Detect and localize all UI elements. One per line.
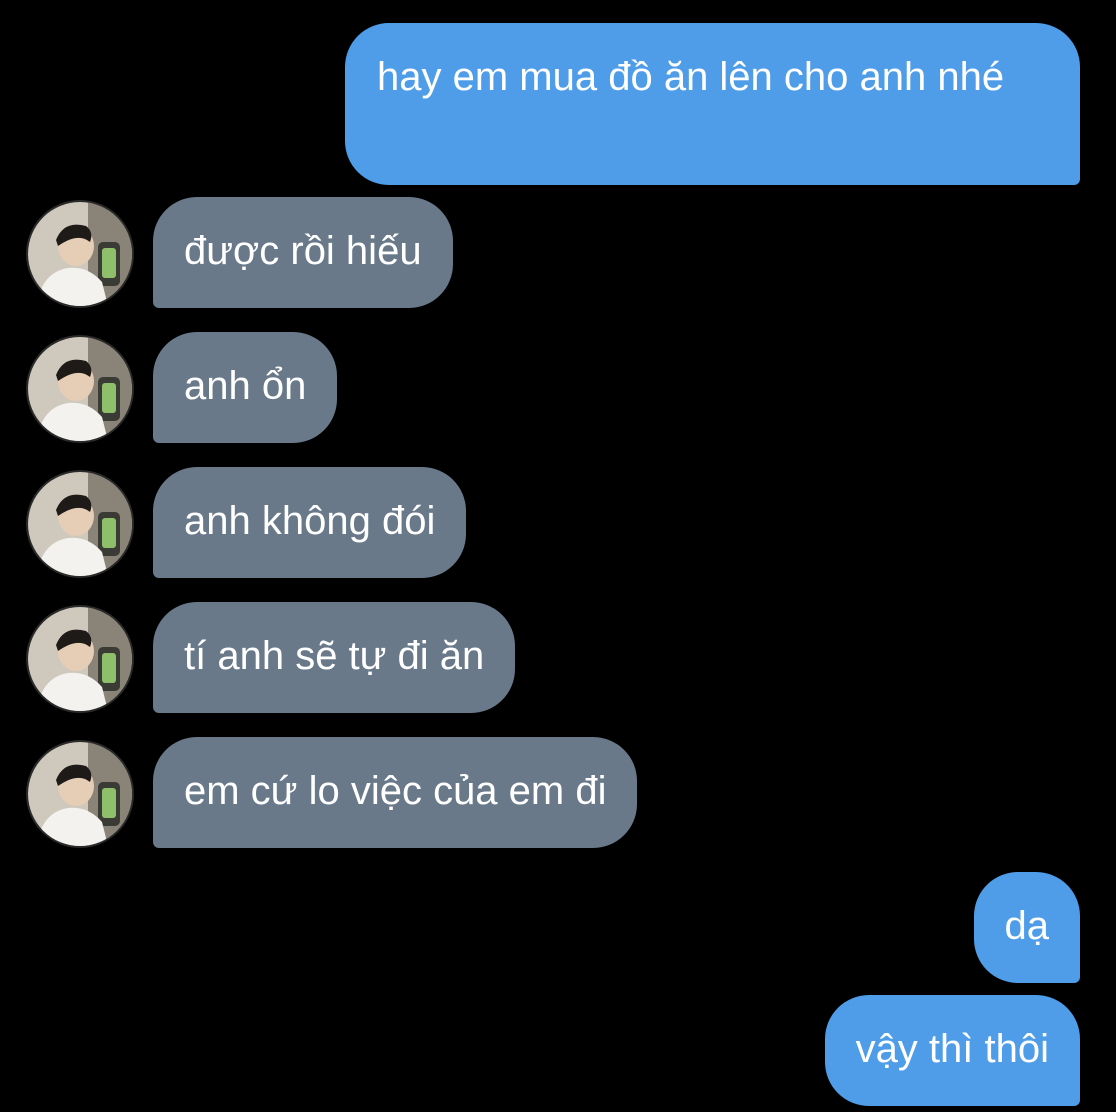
message-bubble-received[interactable]: anh ổn	[153, 332, 338, 443]
message-text: em cứ lo việc của em đi	[184, 769, 607, 813]
avatar-photo-icon	[28, 607, 132, 711]
message-bubble-received[interactable]: anh không đói	[153, 467, 467, 578]
message-text: tí anh sẽ tự đi ăn	[184, 634, 485, 678]
contact-avatar[interactable]	[26, 200, 134, 308]
message-text: anh ổn	[184, 364, 307, 408]
message-bubble-received[interactable]: tí anh sẽ tự đi ăn	[153, 602, 516, 713]
avatar-photo-icon	[28, 472, 132, 576]
contact-avatar[interactable]	[26, 335, 134, 443]
message-bubble-sent[interactable]: dạ	[973, 872, 1080, 983]
message-bubble-sent[interactable]: hay em mua đồ ăn lên cho anh nhé	[345, 23, 1080, 185]
message-bubble-received[interactable]: được rồi hiếu	[153, 197, 453, 308]
message-text: được rồi hiếu	[184, 229, 422, 273]
message-text: anh không đói	[184, 499, 436, 543]
message-bubble-sent[interactable]: vậy thì thôi	[824, 995, 1080, 1106]
contact-avatar[interactable]	[26, 605, 134, 713]
message-bubble-received[interactable]: em cứ lo việc của em đi	[153, 737, 638, 848]
contact-avatar[interactable]	[26, 740, 134, 848]
avatar-photo-icon	[28, 742, 132, 846]
contact-avatar[interactable]	[26, 470, 134, 578]
message-text: vậy thì thôi	[855, 1027, 1049, 1071]
avatar-photo-icon	[28, 337, 132, 441]
message-text: dạ	[1004, 904, 1050, 948]
avatar-photo-icon	[28, 202, 132, 306]
message-text: hay em mua đồ ăn lên cho anh nhé	[377, 55, 1005, 99]
